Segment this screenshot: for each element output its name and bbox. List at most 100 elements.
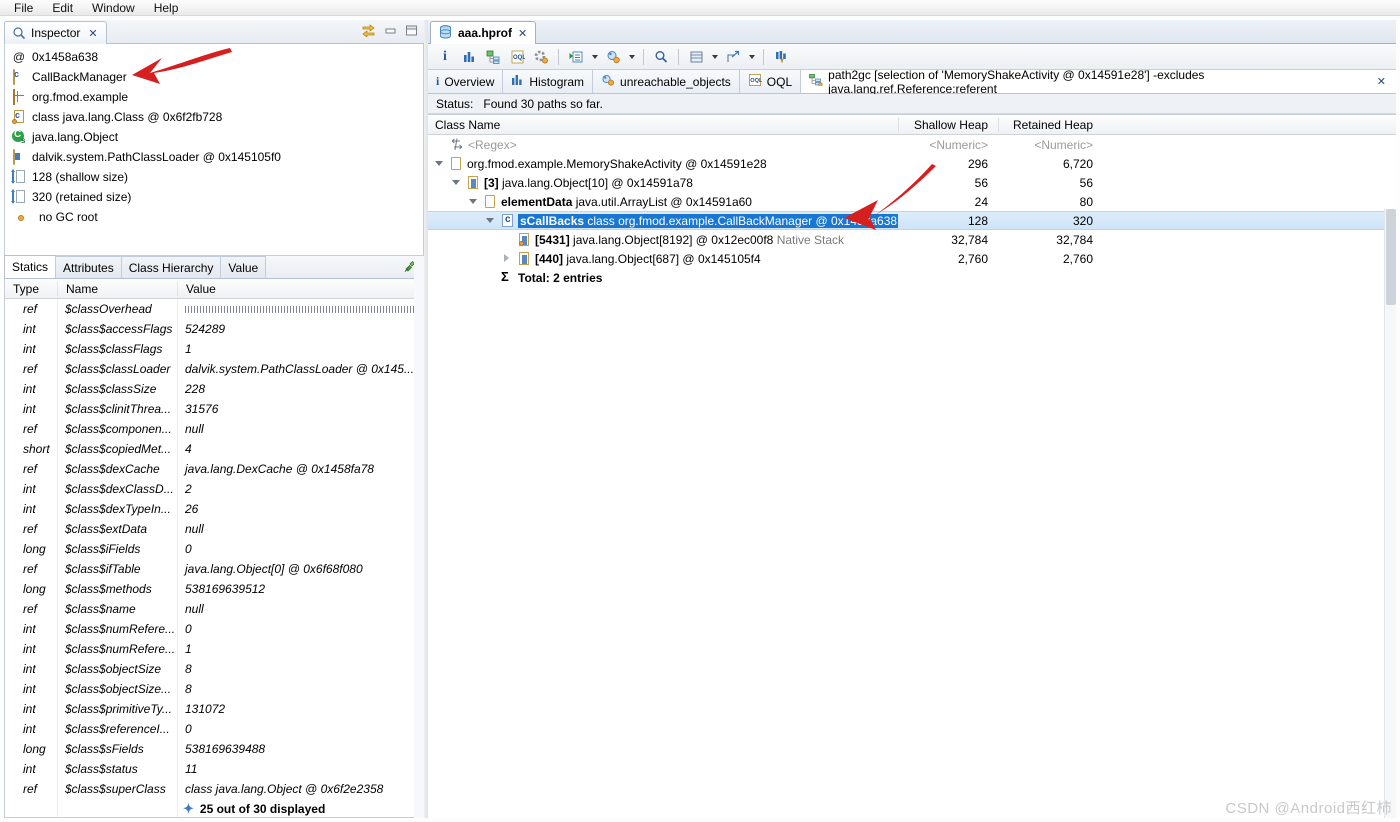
tab-value[interactable]: Value xyxy=(220,256,267,278)
link-with-editor-icon[interactable] xyxy=(361,23,376,40)
calculate-retained-icon[interactable] xyxy=(530,46,552,68)
column-header-class-name[interactable]: Class Name xyxy=(428,118,898,132)
expand-twisty-icon[interactable] xyxy=(502,253,513,264)
chevron-down-icon[interactable] xyxy=(589,46,600,68)
maximize-icon[interactable] xyxy=(405,24,418,40)
oql-icon[interactable]: OQL xyxy=(506,46,528,68)
statics-row[interactable]: ref $class$dexCache java.lang.DexCache @ 0… xyxy=(5,459,423,479)
tab-path2gc[interactable]: path2gc [selection of 'MemoryShakeActivi… xyxy=(801,68,1396,96)
tab-oql[interactable]: OQL OQL xyxy=(739,70,802,93)
statics-row[interactable]: int $class$classFlags 1 xyxy=(5,339,423,359)
table-row[interactable]: Σ Total: 2 entries xyxy=(428,268,1396,287)
statics-row[interactable]: ref $class$name null xyxy=(5,599,423,619)
statics-row[interactable]: int $class$accessFlags 524289 xyxy=(5,319,423,339)
column-header-retained-heap[interactable]: Retained Heap xyxy=(998,117,1103,132)
menu-help[interactable]: Help xyxy=(146,0,187,16)
column-header-shallow-heap[interactable]: Shallow Heap xyxy=(898,117,998,132)
inspector-row-class-object[interactable]: c class java.lang.Class @ 0x6f2fb728 xyxy=(8,107,423,127)
tab-attributes[interactable]: Attributes xyxy=(55,256,122,278)
tab-class-hierarchy[interactable]: Class Hierarchy xyxy=(120,256,222,278)
minimize-icon[interactable] xyxy=(384,24,397,40)
statics-row[interactable]: int $class$objectSize 8 xyxy=(5,659,423,679)
tab-statics[interactable]: Statics xyxy=(4,255,57,278)
statics-row[interactable]: ref $class$ifTable java.lang.Object[0] @ 0… xyxy=(5,559,423,579)
scrollbar-thumb[interactable] xyxy=(1386,209,1396,305)
search-icon[interactable] xyxy=(650,46,672,68)
compare-icon[interactable] xyxy=(770,46,792,68)
dominator-tree-icon[interactable] xyxy=(482,46,504,68)
statics-row[interactable]: int $class$status 11 xyxy=(5,759,423,779)
collapse-twisty-icon[interactable] xyxy=(468,196,479,207)
filter-retained[interactable]: <Numeric> xyxy=(998,138,1103,152)
statics-row[interactable]: int $class$classSize 228 xyxy=(5,379,423,399)
inspector-row-package[interactable]: org.fmod.example xyxy=(8,87,423,107)
filter-shallow[interactable]: <Numeric> xyxy=(898,138,998,152)
statics-row[interactable]: ref $class$componen... null xyxy=(5,419,423,439)
export-icon[interactable] xyxy=(722,46,744,68)
chevron-down-icon[interactable] xyxy=(746,46,757,68)
statics-row[interactable]: long $class$sFields 538169639488 xyxy=(5,739,423,759)
filter-row[interactable]: <Regex> <Numeric> <Numeric> xyxy=(428,135,1396,154)
inspector-row-shallow-size[interactable]: 128 (shallow size) xyxy=(8,167,423,187)
statics-row[interactable]: long $class$methods 538169639512 xyxy=(5,579,423,599)
inspector-row-address[interactable]: @ 0x1458a638 xyxy=(8,47,423,67)
statics-row[interactable]: int $class$numRefere... 0 xyxy=(5,619,423,639)
inspector-row-gc-root[interactable]: no GC root xyxy=(8,207,423,227)
statics-row[interactable]: ref $class$superClass class java.lang.Obje… xyxy=(5,779,423,799)
statics-footer[interactable]: ✦ 25 out of 30 displayed xyxy=(5,799,423,817)
statics-row[interactable]: int $class$dexClassD... 2 xyxy=(5,479,423,499)
statics-row[interactable]: int $class$clinitThrea... 31576 xyxy=(5,399,423,419)
run-query-icon[interactable] xyxy=(565,46,587,68)
leak-suspects-icon[interactable] xyxy=(602,46,624,68)
statics-row[interactable]: int $class$dexTypeIn... 26 xyxy=(5,499,423,519)
statics-row[interactable]: long $class$iFields 0 xyxy=(5,539,423,559)
close-icon[interactable]: ✕ xyxy=(1367,75,1388,88)
table-row[interactable]: [5431] java.lang.Object[8192] @ 0x12ec00… xyxy=(428,230,1396,249)
statics-table[interactable]: Type Name Value ref $classOverhead int $cla… xyxy=(4,279,424,818)
chevron-down-icon[interactable] xyxy=(709,46,720,68)
menu-window[interactable]: Window xyxy=(84,0,143,16)
statics-row[interactable]: ref $class$extData null xyxy=(5,519,423,539)
column-header-type[interactable]: Type xyxy=(5,282,57,296)
tab-overview[interactable]: i Overview xyxy=(428,70,504,93)
tree-vertical-scrollbar[interactable] xyxy=(1384,209,1396,818)
table-row[interactable]: elementData java.util.ArrayList @ 0x1459… xyxy=(428,192,1396,211)
statics-row[interactable]: int $class$referenceI... 0 xyxy=(5,719,423,739)
statics-row[interactable]: ref $classOverhead xyxy=(5,299,423,319)
statics-row[interactable]: ref $class$classLoader dalvik.system.PathC… xyxy=(5,359,423,379)
overview-info-icon[interactable]: i xyxy=(434,46,456,68)
menu-edit[interactable]: Edit xyxy=(44,0,81,16)
column-header-value[interactable]: Value xyxy=(177,281,423,296)
histogram-icon[interactable] xyxy=(458,46,480,68)
statics-row[interactable]: int $class$primitiveTy... 131072 xyxy=(5,699,423,719)
tab-unreachable-objects[interactable]: unreachable_objects xyxy=(593,70,740,93)
table-row[interactable]: [440] java.lang.Object[687] @ 0x145105f4… xyxy=(428,249,1396,268)
expand-icon[interactable]: ✦ xyxy=(183,801,194,817)
collapse-twisty-icon[interactable] xyxy=(485,215,496,226)
path2gc-tree-table[interactable]: Class Name Shallow Heap Retained Heap <R… xyxy=(428,114,1396,818)
inspector-row-superclass[interactable]: Cs java.lang.Object xyxy=(8,127,423,147)
inspector-row-classname[interactable]: CallBackManager xyxy=(8,67,423,87)
column-header-name[interactable]: Name xyxy=(57,281,177,296)
inspector-row-classloader[interactable]: dalvik.system.PathClassLoader @ 0x145105… xyxy=(8,147,423,167)
statics-row[interactable]: short $class$copiedMet... 4 xyxy=(5,439,423,459)
chevron-down-icon[interactable] xyxy=(626,46,637,68)
filter-class-name[interactable]: <Regex> xyxy=(468,138,517,152)
table-row[interactable]: c sCallBacks class org.fmod.example.CallB… xyxy=(428,211,1396,230)
menu-file[interactable]: File xyxy=(6,0,41,16)
close-icon[interactable]: ✕ xyxy=(518,27,527,40)
inspector-row-retained-size[interactable]: 320 (retained size) xyxy=(8,187,423,207)
collapse-twisty-icon[interactable] xyxy=(434,158,445,169)
table-row[interactable]: [3] java.lang.Object[10] @ 0x14591a78 56 5… xyxy=(428,173,1396,192)
tab-inspector[interactable]: Inspector ✕ xyxy=(4,21,107,44)
tab-aaa-hprof[interactable]: aaa.hprof ✕ xyxy=(430,21,537,44)
statics-row[interactable]: int $class$numRefere... 1 xyxy=(5,639,423,659)
group-by-icon[interactable] xyxy=(685,46,707,68)
tab-histogram[interactable]: Histogram xyxy=(503,70,594,93)
close-icon[interactable]: ✕ xyxy=(88,27,97,40)
collapse-twisty-icon[interactable] xyxy=(451,177,462,188)
statics-row[interactable]: int $class$objectSize... 8 xyxy=(5,679,423,699)
statics-scrollbar[interactable] xyxy=(414,256,424,818)
oql-icon: OQL xyxy=(748,74,763,89)
table-row[interactable]: org.fmod.example.MemoryShakeActivity @ 0… xyxy=(428,154,1396,173)
